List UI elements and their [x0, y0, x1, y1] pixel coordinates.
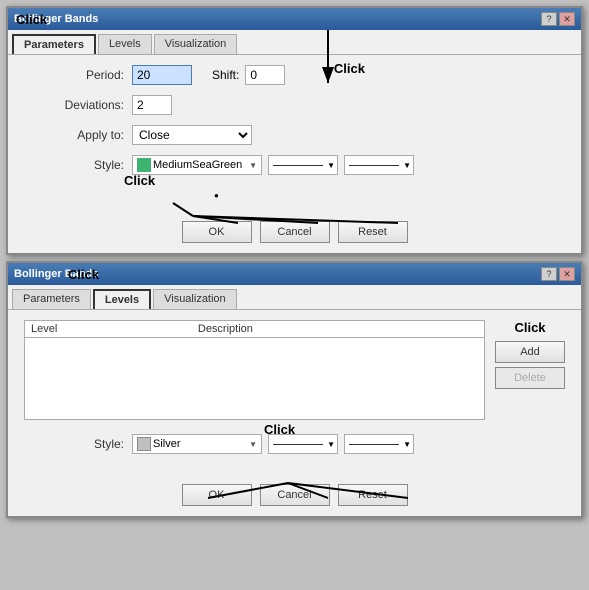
dialog1-button-row: OK Cancel Reset — [24, 215, 565, 243]
chevron-down-icon: ▼ — [249, 161, 257, 170]
line-preview — [273, 165, 323, 166]
dialog2-content: Level Description Click Add Delete — [8, 309, 581, 516]
applyto-label: Apply to: — [24, 128, 124, 142]
style-color-dropdown[interactable]: MediumSeaGreen ▼ — [132, 155, 262, 175]
dialog2: Bollinger Bands ? ✕ Parameters Levels Vi… — [6, 261, 583, 518]
tab-levels[interactable]: Levels — [98, 34, 152, 54]
dialog2-chevron-down-icon2: ▼ — [327, 440, 335, 449]
dialog2-line-width-preview — [349, 444, 399, 445]
reset-button[interactable]: Reset — [338, 221, 408, 243]
tab-parameters[interactable]: Parameters — [12, 34, 96, 54]
dialog1-tabs: Parameters Levels Visualization Click — [8, 30, 581, 54]
dialog2-color-swatch — [137, 437, 151, 451]
levels-right-buttons: Click Add Delete — [495, 320, 565, 389]
dialog2-color-name: Silver — [153, 438, 181, 450]
dialog2-tab-visualization[interactable]: Visualization — [153, 289, 237, 309]
dot: ● — [214, 191, 219, 200]
color-swatch — [137, 158, 151, 172]
dialog2-tab-parameters[interactable]: Parameters — [12, 289, 91, 309]
tab-visualization[interactable]: Visualization — [154, 34, 238, 54]
shift-input[interactable] — [245, 65, 285, 85]
dialog2-style-label: Style: — [24, 437, 124, 451]
dialog2-line-preview — [273, 444, 323, 445]
deviations-row: Deviations: — [24, 95, 565, 115]
click-annotation-add: Click — [495, 320, 565, 335]
dialog2-close-button[interactable]: ✕ — [559, 267, 575, 281]
dialog2-line-width-dropdown[interactable]: ▼ — [344, 434, 414, 454]
click-annotation-levels-tab: Click — [68, 267, 99, 282]
dialog2-reset-button[interactable]: Reset — [338, 484, 408, 506]
deviations-label: Deviations: — [24, 98, 124, 112]
help-button[interactable]: ? — [541, 12, 557, 26]
dialog2-chevron-down-icon3: ▼ — [403, 440, 411, 449]
col-level: Level — [25, 321, 192, 338]
dialog1-content: Click Period: Shift: Deviations: Apply t… — [8, 54, 581, 253]
click-annotation-dialog2-style: Click — [264, 422, 295, 437]
line-style-dropdown[interactable]: ▼ — [268, 155, 338, 175]
dialog2-chevron-down-icon: ▼ — [249, 440, 257, 449]
applyto-select[interactable]: Close Open High Low — [132, 125, 252, 145]
dialog2-line-style-dropdown[interactable]: ▼ — [268, 434, 338, 454]
shift-label: Shift: — [212, 68, 239, 82]
dialog2-style-row: Style: Silver ▼ ▼ ▼ — [24, 434, 565, 454]
color-name: MediumSeaGreen — [153, 159, 242, 171]
click-annotation-period: Click — [334, 61, 365, 76]
period-label: Period: — [24, 68, 124, 82]
levels-container: Level Description — [24, 320, 485, 420]
dialog1-titlebar: Bollinger Bands ? ✕ — [8, 8, 581, 30]
dialog1: Bollinger Bands ? ✕ Parameters Levels Vi… — [6, 6, 583, 255]
titlebar-buttons: ? ✕ — [541, 12, 575, 26]
dialog2-help-button[interactable]: ? — [541, 267, 557, 281]
chevron-down-icon3: ▼ — [403, 161, 411, 170]
chevron-down-icon2: ▼ — [327, 161, 335, 170]
applyto-row: Apply to: Close Open High Low — [24, 125, 565, 145]
period-row: Period: Shift: — [24, 65, 565, 85]
ok-button[interactable]: OK — [182, 221, 252, 243]
dialog2-color-dropdown[interactable]: Silver ▼ — [132, 434, 262, 454]
levels-table-area: Level Description — [24, 320, 485, 426]
col-description: Description — [192, 321, 484, 338]
style-row: Style: MediumSeaGreen ▼ ▼ ▼ — [24, 155, 565, 175]
dialog2-titlebar-buttons: ? ✕ — [541, 267, 575, 281]
line-width-dropdown[interactable]: ▼ — [344, 155, 414, 175]
delete-button[interactable]: Delete — [495, 367, 565, 389]
levels-main: Level Description Click Add Delete — [24, 320, 565, 426]
dialog2-tabs: Parameters Levels Visualization Click — [8, 285, 581, 309]
dialog2-tab-levels[interactable]: Levels — [93, 289, 151, 309]
deviations-input[interactable] — [132, 95, 172, 115]
levels-table: Level Description — [25, 321, 484, 338]
cancel-button[interactable]: Cancel — [260, 221, 330, 243]
add-button[interactable]: Add — [495, 341, 565, 363]
dialog2-ok-button[interactable]: OK — [182, 484, 252, 506]
dialog2-cancel-button[interactable]: Cancel — [260, 484, 330, 506]
click-annotation-style: Click — [124, 173, 155, 188]
line-width-preview — [349, 165, 399, 166]
dialog2-button-row: OK Cancel Reset — [24, 478, 565, 506]
close-button[interactable]: ✕ — [559, 12, 575, 26]
period-input[interactable] — [132, 65, 192, 85]
click-annotation-tab: Click — [16, 12, 47, 27]
style-label: Style: — [24, 158, 124, 172]
